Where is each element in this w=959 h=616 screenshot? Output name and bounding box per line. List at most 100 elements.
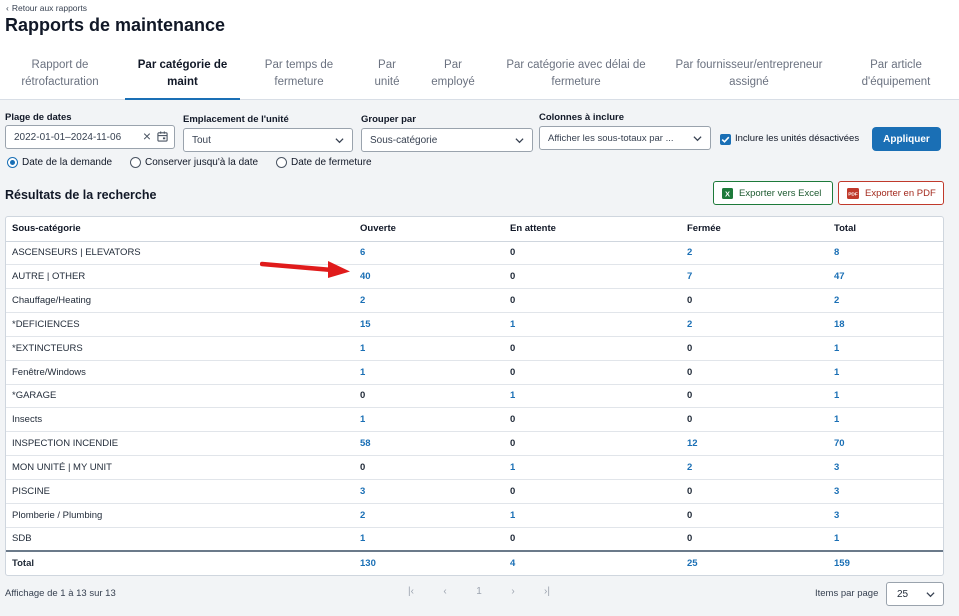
tab-by-unit[interactable]: Par unité bbox=[364, 56, 410, 100]
cell-pending[interactable]: 1 bbox=[504, 455, 681, 480]
cell-subcategory: INSPECTION INCENDIE bbox=[6, 431, 354, 457]
cell-open[interactable]: 2 bbox=[354, 503, 504, 528]
current-page[interactable]: 1 bbox=[462, 586, 496, 597]
cell-total[interactable]: 3 bbox=[828, 503, 943, 528]
cell-open[interactable]: 1 bbox=[354, 527, 504, 552]
cell-total[interactable]: 8 bbox=[828, 241, 943, 266]
cell-closed[interactable]: 7 bbox=[681, 264, 828, 290]
cell-total[interactable]: 3 bbox=[828, 455, 943, 480]
page-title: Rapports de maintenance bbox=[5, 15, 226, 35]
tab-by-maint-category[interactable]: Par catégorie de maint bbox=[125, 56, 240, 100]
cell-open[interactable]: 1 bbox=[354, 360, 504, 385]
cell-open[interactable]: 1 bbox=[354, 336, 504, 361]
cell-open[interactable]: 3 bbox=[354, 479, 504, 504]
export-pdf-button[interactable]: PDF Exporter en PDF bbox=[838, 181, 944, 205]
cell-total[interactable]: 18 bbox=[828, 312, 943, 337]
location-select[interactable]: Tout bbox=[183, 128, 353, 152]
include-disabled-checkbox[interactable] bbox=[720, 134, 731, 145]
pagination-summary: Affichage de 1 à 13 sur 13 bbox=[5, 588, 116, 599]
column-header-closed[interactable]: Fermée bbox=[681, 217, 828, 242]
table-row: ASCENSEURS | ELEVATORS 6 0 2 8 bbox=[6, 241, 943, 266]
cell-open[interactable]: 15 bbox=[354, 312, 504, 337]
group-by-select[interactable]: Sous-catégorie bbox=[361, 128, 533, 152]
clear-icon[interactable]: × bbox=[143, 129, 151, 143]
cell-subcategory: *DEFICIENCES bbox=[6, 312, 354, 337]
tab-by-close-time[interactable]: Par temps de fermeture bbox=[253, 56, 345, 100]
cell-total[interactable]: 2 bbox=[828, 288, 943, 314]
cell-closed: 0 bbox=[681, 479, 828, 504]
cell-open[interactable]: 40 bbox=[354, 264, 504, 290]
date-range-input[interactable]: 2022-01-01–2024-11-06 × bbox=[5, 125, 175, 149]
cell-subcategory: MON UNITÉ | MY UNIT bbox=[6, 455, 354, 480]
report-content: Plage de dates 2022-01-01–2024-11-06 × E… bbox=[0, 100, 959, 616]
tab-by-employee[interactable]: Par employé bbox=[424, 56, 482, 100]
cell-total[interactable]: 1 bbox=[828, 384, 943, 409]
cell-pending[interactable]: 1 bbox=[504, 503, 681, 528]
tab-by-category-delay[interactable]: Par catégorie avec délai de fermeture bbox=[500, 56, 652, 100]
cell-open[interactable]: 2 bbox=[354, 288, 504, 314]
back-link[interactable]: ‹ Retour aux rapports bbox=[6, 3, 87, 13]
cell-pending[interactable]: 4 bbox=[504, 549, 681, 575]
svg-text:PDF: PDF bbox=[848, 191, 858, 197]
table-row: PISCINE 3 0 0 3 bbox=[6, 479, 943, 504]
chevron-down-icon bbox=[693, 136, 702, 142]
column-header-open[interactable]: Ouverte bbox=[354, 217, 504, 242]
cell-total[interactable]: 47 bbox=[828, 264, 943, 290]
radio-close-date[interactable] bbox=[276, 157, 287, 168]
chevron-down-icon bbox=[926, 592, 935, 598]
cell-pending: 0 bbox=[504, 407, 681, 433]
tab-by-vendor[interactable]: Par fournisseur/entrepreneur assigné bbox=[668, 56, 830, 100]
radio-request-date[interactable] bbox=[7, 157, 18, 168]
cell-open[interactable]: 6 bbox=[354, 241, 504, 266]
cell-pending: 0 bbox=[504, 264, 681, 290]
cell-total[interactable]: 1 bbox=[828, 360, 943, 385]
cell-total[interactable]: 159 bbox=[828, 549, 943, 575]
date-range-label: Plage de dates bbox=[5, 112, 72, 123]
cell-total[interactable]: 70 bbox=[828, 431, 943, 457]
prev-page-icon[interactable]: ‹ bbox=[428, 586, 462, 597]
columns-select[interactable]: Afficher les sous-totaux par ... bbox=[539, 126, 711, 150]
table-row: MON UNITÉ | MY UNIT 0 1 2 3 bbox=[6, 455, 943, 480]
cell-pending: 0 bbox=[504, 288, 681, 314]
items-per-page-select[interactable]: 25 bbox=[886, 582, 944, 606]
cell-closed[interactable]: 2 bbox=[681, 312, 828, 337]
items-per-page-label: Items par page bbox=[815, 588, 879, 599]
calendar-icon[interactable] bbox=[157, 130, 168, 142]
last-page-icon[interactable]: ›| bbox=[530, 586, 564, 597]
cell-pending[interactable]: 1 bbox=[504, 384, 681, 409]
first-page-icon[interactable]: |‹ bbox=[394, 586, 428, 597]
columns-value: Afficher les sous-totaux par ... bbox=[548, 132, 674, 144]
column-header-total[interactable]: Total bbox=[828, 217, 943, 242]
radio-keep-until-date-label: Conserver jusqu'à la date bbox=[145, 157, 259, 168]
cell-closed[interactable]: 25 bbox=[681, 549, 828, 575]
cell-total[interactable]: 1 bbox=[828, 336, 943, 361]
table-row: INSPECTION INCENDIE 58 0 12 70 bbox=[6, 431, 943, 457]
table-row: AUTRE | OTHER 40 0 7 47 bbox=[6, 264, 943, 290]
cell-open[interactable]: 1 bbox=[354, 407, 504, 433]
cell-pending[interactable]: 1 bbox=[504, 312, 681, 337]
cell-total[interactable]: 1 bbox=[828, 407, 943, 433]
next-page-icon[interactable]: › bbox=[496, 586, 530, 597]
apply-button[interactable]: Appliquer bbox=[872, 127, 941, 151]
tab-by-equipment[interactable]: Par article d'équipement bbox=[852, 56, 940, 100]
export-pdf-label: Exporter en PDF bbox=[865, 187, 936, 199]
export-excel-button[interactable]: X Exporter vers Excel bbox=[713, 181, 833, 205]
column-header-subcategory[interactable]: Sous-catégorie bbox=[6, 217, 354, 242]
cell-closed: 0 bbox=[681, 503, 828, 528]
cell-total[interactable]: 3 bbox=[828, 479, 943, 504]
tab-chargeback[interactable]: Rapport de rétrofacturation bbox=[10, 56, 110, 100]
table-row: *DEFICIENCES 15 1 2 18 bbox=[6, 312, 943, 337]
table-row: SDB 1 0 0 1 bbox=[6, 527, 943, 552]
cell-closed[interactable]: 2 bbox=[681, 455, 828, 480]
cell-pending: 0 bbox=[504, 527, 681, 552]
cell-closed[interactable]: 12 bbox=[681, 431, 828, 457]
column-header-pending[interactable]: En attente bbox=[504, 217, 681, 242]
cell-open: 0 bbox=[354, 384, 504, 409]
table-row: Chauffage/Heating 2 0 0 2 bbox=[6, 288, 943, 314]
cell-closed[interactable]: 2 bbox=[681, 241, 828, 266]
radio-keep-until-date[interactable] bbox=[130, 157, 141, 168]
cell-total[interactable]: 1 bbox=[828, 527, 943, 552]
cell-open[interactable]: 130 bbox=[354, 549, 504, 575]
cell-open[interactable]: 58 bbox=[354, 431, 504, 457]
report-tabs: Rapport de rétrofacturation Par catégori… bbox=[0, 56, 959, 100]
